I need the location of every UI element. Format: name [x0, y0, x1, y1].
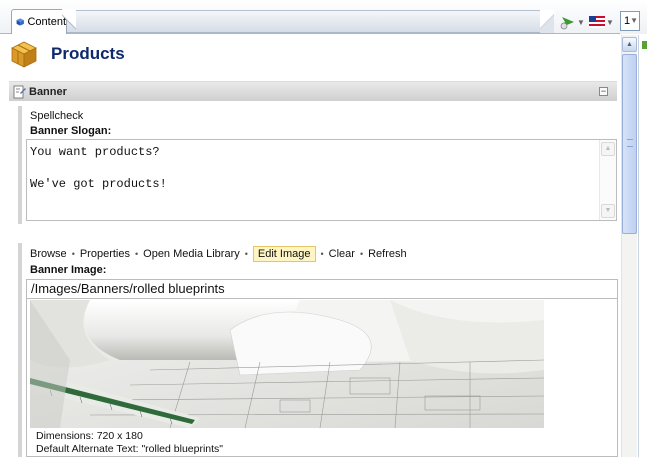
publish-icon: [560, 17, 574, 30]
chevron-down-icon: ▼: [630, 16, 638, 25]
slogan-field-block: Spellcheck Banner Slogan: You want produ…: [18, 106, 619, 224]
refresh-link[interactable]: Refresh: [368, 247, 407, 261]
tab-strip-bar-end: [540, 10, 554, 33]
tab-strip-line: [0, 33, 620, 34]
scroll-grip: [627, 139, 633, 147]
image-path-field[interactable]: /Images/Banners/rolled blueprints: [26, 279, 618, 299]
separator-dot: •: [244, 249, 248, 259]
scroll-thumb[interactable]: [622, 54, 637, 234]
slogan-label: Banner Slogan:: [30, 125, 112, 137]
tab-strip-bar: [64, 10, 550, 33]
validator-icon: [642, 41, 647, 49]
page-header: Products: [10, 40, 125, 68]
chevron-down-icon: ▼: [606, 17, 614, 27]
image-label: Banner Image:: [30, 264, 107, 276]
spellcheck-link[interactable]: Spellcheck: [30, 110, 83, 122]
language-button[interactable]: ▼: [589, 14, 614, 30]
template-icon: [13, 85, 26, 98]
slogan-textarea[interactable]: You want products? We've got products! ▲…: [26, 139, 617, 221]
properties-link[interactable]: Properties: [80, 247, 130, 261]
image-actions-toolbar: Browse • Properties • Open Media Library…: [30, 245, 407, 263]
image-preview-frame: Dimensions: 720 x 180 Default Alternate …: [26, 299, 618, 457]
version-selector[interactable]: 1 ▼: [620, 11, 640, 31]
page-title: Products: [51, 44, 125, 63]
collapse-icon[interactable]: −: [599, 87, 608, 96]
scroll-up-arrow-icon[interactable]: ▲: [622, 37, 637, 52]
image-dimensions: Dimensions: 720 x 180: [36, 430, 143, 442]
section-title: Banner: [29, 85, 67, 98]
edit-image-link[interactable]: Edit Image: [252, 246, 316, 262]
us-flag-icon: [589, 16, 605, 28]
publish-button[interactable]: ▼: [560, 14, 585, 30]
banner-image-preview[interactable]: [30, 300, 544, 428]
tab-content[interactable]: Content: [11, 9, 67, 34]
slogan-text[interactable]: You want products? We've got products!: [30, 144, 167, 192]
tab-slant: [62, 9, 76, 34]
browse-link[interactable]: Browse: [30, 247, 67, 261]
tab-content-label: Content: [27, 16, 66, 28]
separator-dot: •: [134, 249, 139, 259]
image-meta: Dimensions: 720 x 180 Default Alternate …: [36, 430, 223, 456]
image-field-block: Browse • Properties • Open Media Library…: [18, 243, 619, 457]
image-alt-text: Default Alternate Text: "rolled blueprin…: [36, 443, 224, 455]
separator-dot: •: [71, 249, 75, 259]
cube-icon: [16, 18, 24, 26]
scroll-down-arrow-icon[interactable]: ▼: [601, 204, 615, 218]
right-gutter: [638, 35, 647, 457]
tab-strip: Content ▼ ▼ 1 ▼: [0, 0, 647, 34]
vertical-scrollbar[interactable]: ▲: [621, 35, 637, 457]
box-icon: [11, 41, 37, 68]
scroll-up-arrow-icon[interactable]: ▲: [601, 142, 615, 156]
clear-link[interactable]: Clear: [329, 247, 355, 261]
section-header-banner[interactable]: Banner −: [9, 81, 617, 101]
blueprint-image: [30, 300, 544, 428]
separator-dot: •: [320, 249, 324, 259]
chevron-down-icon: ▼: [577, 17, 585, 27]
open-media-library-link[interactable]: Open Media Library: [143, 247, 240, 261]
textarea-scrollbar[interactable]: ▲ ▼: [599, 140, 616, 220]
separator-dot: •: [359, 249, 364, 259]
